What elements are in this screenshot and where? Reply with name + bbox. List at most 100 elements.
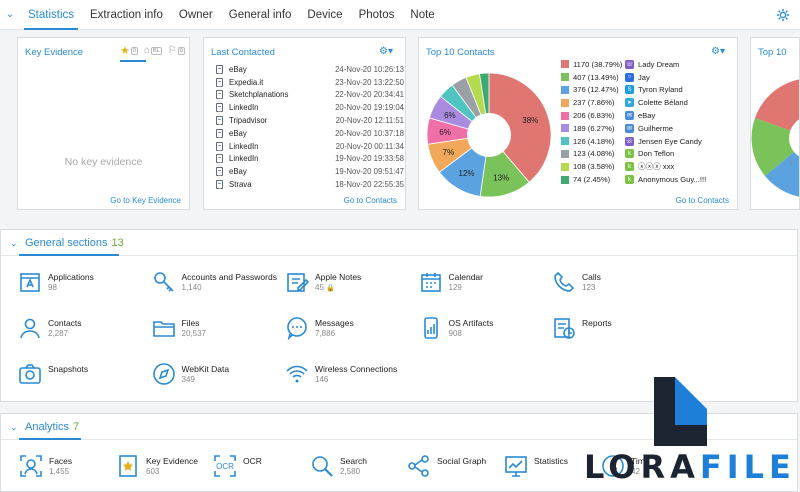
chat-icon bbox=[287, 317, 307, 340]
analytics-item-statistics[interactable]: Statistics bbox=[504, 454, 568, 478]
general-sections-item-snapshots[interactable]: Snapshots bbox=[18, 362, 88, 386]
collapse-chevron-icon[interactable]: ⌄ bbox=[10, 238, 18, 249]
pie-slice-label: 38% bbox=[522, 116, 538, 125]
last-contacted-row[interactable]: eBay 24-Nov-20 10:26:13 bbox=[216, 63, 404, 76]
legend-swatch bbox=[561, 124, 569, 133]
collapse-chevron-icon[interactable]: ⌄ bbox=[0, 0, 20, 30]
document-icon bbox=[216, 180, 223, 190]
analytics-item-ocr[interactable]: OCR OCR bbox=[213, 454, 262, 478]
kik-icon: k bbox=[625, 162, 634, 172]
last-contacted-row[interactable]: Tripadvisor 20-Nov-20 12:11:51 bbox=[216, 114, 404, 127]
next-arrow-icon[interactable]: › bbox=[789, 155, 793, 169]
tag-filter[interactable]: ⌂ BL bbox=[144, 44, 162, 57]
analytics-item-search[interactable]: Search 2,580 bbox=[310, 454, 367, 478]
general-sections-item-apple-notes[interactable]: Apple Notes 45 🔒 bbox=[285, 270, 361, 294]
tab-note[interactable]: Note bbox=[402, 0, 442, 30]
last-contacted-row[interactable]: LinkedIn 19-Nov-20 19:33:58 bbox=[216, 153, 404, 166]
general-sections-item-messages[interactable]: Messages 7,886 bbox=[285, 316, 354, 340]
reports-icon bbox=[554, 318, 575, 339]
last-contacted-row[interactable]: Strava 18-Nov-20 22:55:35 bbox=[216, 178, 404, 191]
tab-device[interactable]: Device bbox=[299, 0, 350, 30]
general-sections-item-wireless-connections[interactable]: Wireless Connections 146 bbox=[285, 362, 397, 386]
general-sections-item-accounts-and-passwords[interactable]: Accounts and Passwords 1,140 bbox=[152, 270, 277, 294]
pie-slice-label: 12% bbox=[459, 169, 475, 178]
last-contacted-row[interactable]: Expedia.it 23-Nov-20 13:22:50 bbox=[216, 76, 404, 89]
os-artifacts-icon bbox=[423, 317, 438, 339]
legend-row[interactable]: 407 (13.49%) ○ Jay bbox=[561, 71, 741, 84]
widget-title: Top 10 bbox=[758, 47, 787, 58]
last-contacted-row[interactable]: LinkedIn 20-Nov-20 19:19:04 bbox=[216, 101, 404, 114]
go-to-contacts-link[interactable]: Go to Contacts bbox=[344, 196, 397, 205]
item-count: 7,886 bbox=[315, 329, 336, 338]
legend-row[interactable]: 74 (2.45%) k Anonymous Guy...!!! bbox=[561, 173, 741, 186]
skype-icon: S bbox=[625, 85, 634, 95]
analytics-item-social-graph[interactable]: Social Graph bbox=[407, 454, 486, 478]
top-contacts-pie-chart[interactable]: 38% 13% 12% 7% 6% 6% bbox=[425, 71, 553, 199]
legend-row[interactable]: 206 (6.83%) ✉ eBay bbox=[561, 109, 741, 122]
legend-row[interactable]: 108 (3.58%) k ⓧⓧⓧ xxx bbox=[561, 160, 741, 173]
analytics-item-key-evidence[interactable]: Key Evidence 603 bbox=[116, 454, 198, 478]
face-icon bbox=[20, 455, 42, 477]
item-count: 908 bbox=[448, 329, 462, 338]
last-contacted-row[interactable]: eBay 20-Nov-20 10:37:18 bbox=[216, 127, 404, 140]
contact-date: 20-Nov-20 00:11:34 bbox=[335, 141, 404, 151]
last-contacted-row[interactable]: LinkedIn 20-Nov-20 00:11:34 bbox=[216, 140, 404, 153]
legend-row[interactable]: 123 (4.08%) k Don Teflon bbox=[561, 148, 741, 161]
general-sections-item-files[interactable]: Files 20,537 bbox=[152, 316, 206, 340]
legend-row[interactable]: 237 (7.86%) ➤ Colette Béland bbox=[561, 96, 741, 109]
widget-title: Last Contacted bbox=[211, 47, 275, 58]
legend-swatch bbox=[561, 73, 569, 82]
flag-filter[interactable]: ⚐ 0 bbox=[168, 44, 185, 57]
key-evidence-filters: ★ 0 ⌂ BL ⚐ 0 bbox=[120, 44, 185, 57]
section-header[interactable]: ⌄ General sections 13 bbox=[1, 230, 797, 256]
widget-settings-gear-icon[interactable]: ⚙▾ bbox=[379, 46, 397, 58]
pie-hole bbox=[467, 113, 511, 157]
general-sections-item-reports[interactable]: Reports bbox=[552, 316, 612, 340]
document-icon bbox=[216, 167, 223, 177]
last-contacted-row[interactable]: eBay 19-Nov-20 09:51:47 bbox=[216, 165, 404, 178]
general-sections-item-calls[interactable]: Calls 123 bbox=[552, 270, 601, 294]
general-sections-item-applications[interactable]: Applications 98 bbox=[18, 270, 94, 294]
legend-row[interactable]: 126 (4.18%) ☏ Jensen Eye Candy bbox=[561, 135, 741, 148]
tab-general-info[interactable]: General info bbox=[221, 0, 300, 30]
widget-settings-gear-icon[interactable]: ⚙▾ bbox=[711, 46, 729, 58]
general-sections-item-webkit-data[interactable]: WebKit Data 349 bbox=[152, 362, 230, 386]
item-label: OS Artifacts bbox=[448, 318, 494, 328]
legend-row[interactable]: 189 (6.27%) ✉ Guilherme bbox=[561, 122, 741, 135]
phone-icon bbox=[554, 271, 575, 292]
section-underline bbox=[19, 438, 81, 440]
contact-name: eBay bbox=[229, 167, 247, 177]
key-evidence-widget: Key Evidence ★ 0 ⌂ BL ⚐ 0 No key evidence G… bbox=[17, 37, 190, 210]
tab-photos[interactable]: Photos bbox=[351, 0, 403, 30]
telegram-icon: ➤ bbox=[625, 98, 634, 108]
section-title: General sections 13 bbox=[25, 237, 124, 249]
star-filter[interactable]: ★ 0 bbox=[120, 44, 138, 57]
pie-slice-label: 6% bbox=[444, 111, 456, 120]
item-label: Apple Notes bbox=[315, 272, 362, 282]
settings-gear-icon[interactable] bbox=[776, 8, 790, 22]
go-to-key-evidence-link[interactable]: Go to Key Evidence bbox=[110, 196, 181, 205]
tab-extraction-info[interactable]: Extraction info bbox=[82, 0, 171, 30]
general-sections-item-os-artifacts[interactable]: OS Artifacts 908 bbox=[419, 316, 494, 340]
item-text: WebKit Data 349 bbox=[182, 362, 230, 385]
tag-icon: ⌂ bbox=[143, 45, 150, 56]
item-text: Social Graph bbox=[437, 454, 486, 467]
legend-name: ⓧⓧⓧ xxx bbox=[638, 162, 675, 172]
legend-row[interactable]: 376 (12.47%) S Tyron Ryland bbox=[561, 84, 741, 97]
go-to-contacts-link[interactable]: Go to Contacts bbox=[676, 196, 729, 205]
general-sections-item-calendar[interactable]: Calendar 129 bbox=[419, 270, 483, 294]
general-sections-item-contacts[interactable]: Contacts 2,287 bbox=[18, 316, 82, 340]
legend-row[interactable]: 1170 (38.79%) ☏ Lady Dream bbox=[561, 58, 741, 71]
legend-count: 376 (12.47%) bbox=[573, 85, 619, 95]
contact-name: LinkedIn bbox=[229, 141, 259, 151]
collapse-chevron-icon[interactable]: ⌄ bbox=[10, 422, 18, 433]
contact-name: Sketchplanations bbox=[229, 90, 289, 100]
analytics-item-faces[interactable]: Faces 1,455 bbox=[19, 454, 72, 478]
tab-statistics[interactable]: Statistics bbox=[20, 0, 82, 30]
item-count: 98 bbox=[48, 283, 57, 292]
last-contacted-row[interactable]: Sketchplanations 22-Nov-20 20:34:41 bbox=[216, 89, 404, 102]
tab-owner[interactable]: Owner bbox=[171, 0, 221, 30]
flag-badge: 0 bbox=[177, 46, 185, 55]
peek-pie-chart bbox=[751, 79, 799, 197]
pie-slice-label: 13% bbox=[493, 173, 509, 182]
